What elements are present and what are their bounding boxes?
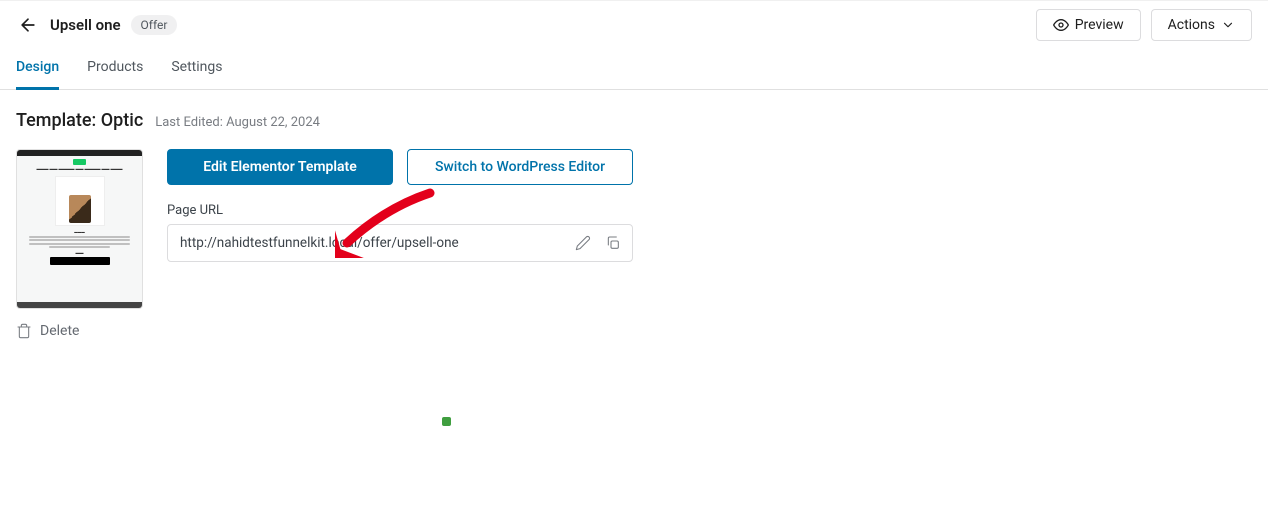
tab-products[interactable]: Products (87, 49, 143, 90)
tab-settings[interactable]: Settings (171, 49, 222, 90)
button-row: Edit Elementor Template Switch to WordPr… (167, 149, 633, 185)
actions-button[interactable]: Actions (1151, 9, 1252, 41)
switch-editor-button[interactable]: Switch to WordPress Editor (407, 149, 633, 185)
preview-label: Preview (1075, 17, 1124, 33)
delete-label: Delete (40, 323, 79, 339)
page-url-label: Page URL (167, 203, 633, 218)
status-indicator (442, 417, 451, 426)
preview-button[interactable]: Preview (1036, 9, 1141, 41)
top-bar-left: Upsell one Offer (16, 13, 177, 37)
template-header: Template: Optic Last Edited: August 22, … (16, 110, 1252, 131)
last-edited: Last Edited: August 22, 2024 (155, 115, 320, 130)
template-title: Template: Optic (16, 110, 143, 131)
eye-icon (1053, 17, 1069, 33)
edit-elementor-button[interactable]: Edit Elementor Template (167, 149, 393, 185)
trash-icon (16, 323, 32, 339)
template-thumbnail[interactable]: ▬▬▬ ▬▬ ▬▬▬▬ ▬▬ ▬▬▬▬ ▬▬ ▬▬▬ ▬▬▬ ▬▬ (16, 149, 143, 309)
page-url-row (167, 224, 633, 262)
back-button[interactable] (16, 13, 40, 37)
arrow-left-icon (18, 15, 38, 35)
actions-label: Actions (1168, 17, 1215, 33)
tabs: Design Products Settings (0, 49, 1268, 90)
top-bar: Upsell one Offer Preview Actions (0, 0, 1268, 49)
tab-design[interactable]: Design (16, 49, 59, 90)
page-url-input[interactable] (180, 235, 570, 251)
template-controls: Edit Elementor Template Switch to WordPr… (167, 149, 633, 262)
pencil-icon (575, 235, 591, 251)
template-area: ▬▬▬ ▬▬ ▬▬▬▬ ▬▬ ▬▬▬▬ ▬▬ ▬▬▬ ▬▬▬ ▬▬ Delete (16, 149, 1252, 339)
delete-template-button[interactable]: Delete (16, 323, 143, 339)
chevron-down-icon (1221, 18, 1235, 32)
copy-icon (605, 235, 621, 251)
content: Template: Optic Last Edited: August 22, … (0, 90, 1268, 359)
edit-url-button[interactable] (570, 230, 596, 256)
top-bar-right: Preview Actions (1036, 9, 1252, 41)
offer-chip: Offer (131, 15, 178, 35)
page-title: Upsell one (50, 16, 121, 34)
copy-url-button[interactable] (600, 230, 626, 256)
thumbnail-column: ▬▬▬ ▬▬ ▬▬▬▬ ▬▬ ▬▬▬▬ ▬▬ ▬▬▬ ▬▬▬ ▬▬ Delete (16, 149, 143, 339)
